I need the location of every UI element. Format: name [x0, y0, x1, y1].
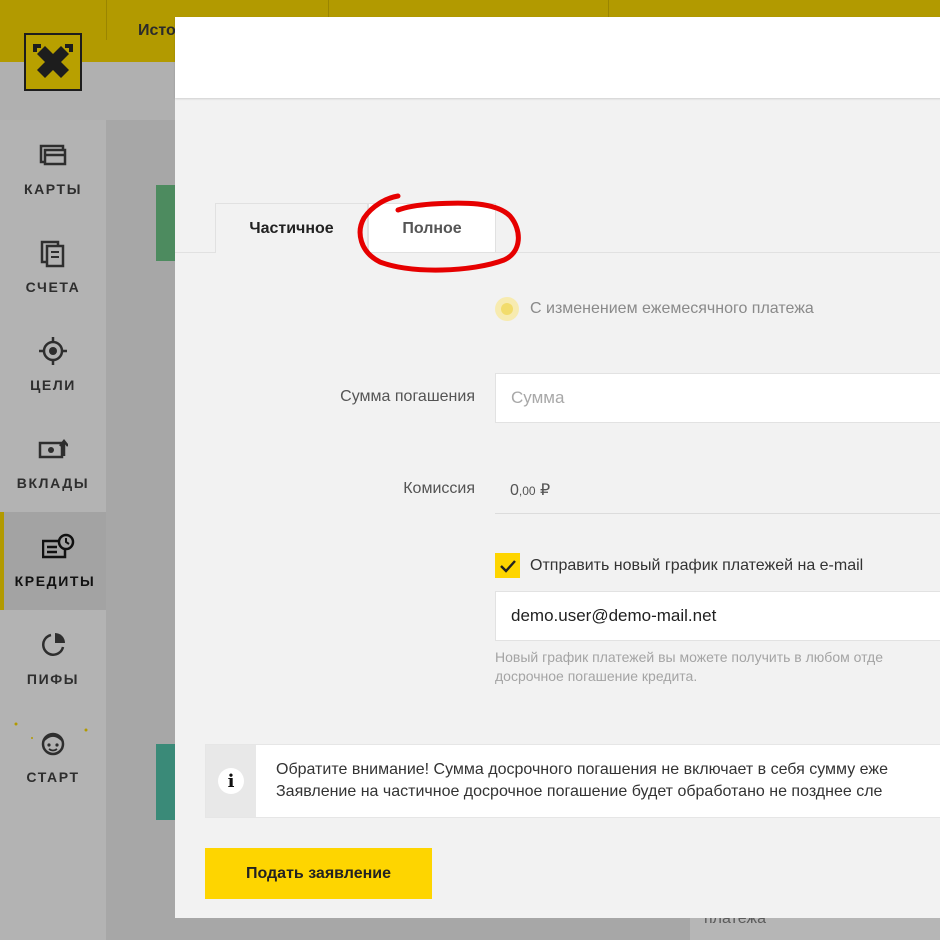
sidebar-item-label: ВКЛАДЫ	[16, 475, 90, 491]
sidebar-item-label: КАРТЫ	[23, 181, 83, 197]
submit-application-button[interactable]: Подать заявление	[205, 848, 432, 899]
sidebar-item-start[interactable]: СТАРТ	[0, 708, 106, 806]
email-checkbox-label: Отправить новый график платежей на e-mai…	[530, 556, 864, 574]
sidebar-item-accounts[interactable]: СЧЕТА	[0, 218, 106, 316]
sidebar: КАРТЫ СЧЕТА ЦЕЛИ ВКЛАДЫ КРЕДИТЫ ПИФЫ СТА…	[0, 120, 106, 940]
email-schedule-option[interactable]: Отправить новый график платежей на e-mai…	[495, 553, 863, 578]
nav-separator	[106, 0, 107, 40]
sidebar-item-label: КРЕДИТЫ	[14, 573, 96, 589]
email-hint: Новый график платежей вы можете получить…	[495, 649, 884, 684]
sparkle-icon	[14, 722, 88, 739]
checkmark-icon	[499, 559, 516, 573]
radio-button[interactable]	[495, 297, 519, 321]
tab-full[interactable]: Полное	[368, 203, 496, 253]
tab-partial[interactable]: Частичное	[215, 203, 368, 253]
funds-icon	[42, 633, 65, 656]
background-card	[156, 744, 175, 820]
sidebar-item-label: СЧЕТА	[25, 279, 81, 295]
fee-value: 0,00 ₽	[510, 482, 551, 499]
sidebar-item-funds[interactable]: ПИФЫ	[0, 610, 106, 708]
fee-divider	[495, 513, 940, 514]
goals-icon	[39, 337, 67, 365]
sidebar-item-deposits[interactable]: ВКЛАДЫ	[0, 414, 106, 512]
cards-icon	[39, 144, 67, 166]
accounts-icon	[40, 240, 65, 268]
background-card	[156, 185, 175, 261]
logo-mark-icon	[33, 44, 73, 78]
deposits-icon	[38, 438, 68, 459]
amount-label: Сумма погашения	[340, 388, 475, 405]
email-checkbox[interactable]	[495, 553, 520, 578]
radio-label: С изменением ежемесячного платежа	[530, 300, 814, 317]
fee-label: Комиссия	[403, 480, 475, 497]
early-repayment-modal: Частичное Полное С изменением ежемесячно…	[175, 17, 940, 918]
nav-item-history[interactable]: Исто	[138, 22, 176, 40]
notice-icon-container: i	[206, 745, 256, 817]
sidebar-item-credits[interactable]: КРЕДИТЫ	[0, 512, 106, 610]
info-icon: i	[218, 768, 244, 794]
sidebar-item-label: СТАРТ	[26, 769, 80, 785]
credits-icon	[42, 533, 75, 559]
notice-box: i Обратите внимание! Сумма досрочного по…	[205, 744, 940, 818]
modal-header	[175, 17, 940, 98]
sidebar-item-label: ПИФЫ	[26, 671, 80, 687]
radio-change-monthly-payment[interactable]: С изменением ежемесячного платежа	[495, 297, 814, 321]
sidebar-item-goals[interactable]: ЦЕЛИ	[0, 316, 106, 414]
email-field[interactable]: demo.user@demo-mail.net	[495, 591, 940, 641]
notice-text: Обратите внимание! Сумма досрочного пога…	[276, 761, 888, 800]
bank-logo[interactable]	[24, 33, 82, 91]
sidebar-item-cards[interactable]: КАРТЫ	[0, 120, 106, 218]
amount-input[interactable]: Сумма	[495, 373, 940, 423]
sidebar-item-label: ЦЕЛИ	[30, 377, 76, 393]
